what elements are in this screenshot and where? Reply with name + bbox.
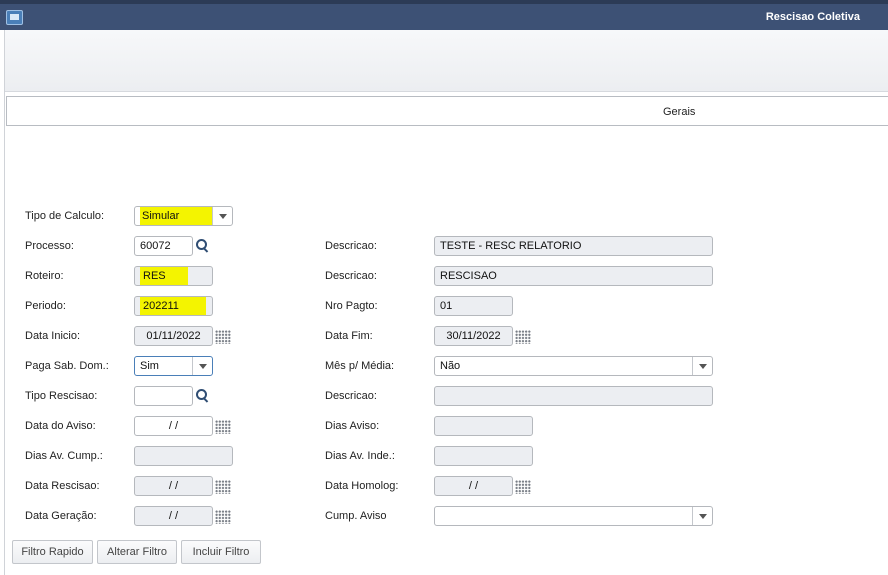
processo-label: Processo:	[25, 240, 74, 252]
descricao-roteiro-label: Descricao:	[325, 270, 377, 282]
roteiro-label: Roteiro:	[25, 270, 64, 282]
roteiro-value: RES	[140, 267, 188, 285]
window-title: Rescisao Coletiva	[765, 11, 860, 23]
tipo-rescisao-search-icon[interactable]	[195, 388, 211, 404]
data-rescisao-calendar-icon[interactable]	[215, 480, 231, 494]
chevron-down-icon[interactable]	[212, 207, 232, 225]
processo-search-icon[interactable]	[195, 238, 211, 254]
tab-gerais[interactable]: Gerais	[663, 106, 695, 118]
descricao-roteiro-field: RESCISAO	[434, 266, 713, 286]
descricao-processo-label: Descricao:	[325, 240, 377, 252]
data-homolog-label: Data Homolog:	[325, 480, 399, 492]
data-aviso-calendar-icon[interactable]	[215, 420, 231, 434]
toolbar-area	[4, 30, 888, 92]
tipo-calculo-select[interactable]: Simular	[134, 206, 233, 226]
tipo-rescisao-label: Tipo Rescisao:	[25, 390, 98, 402]
mes-media-value: Não	[440, 360, 461, 372]
nro-pagto-field: 01	[434, 296, 513, 316]
incluir-filtro-button[interactable]: Incluir Filtro	[181, 540, 261, 564]
mes-media-label: Mês p/ Média:	[325, 360, 395, 372]
dias-aviso-field	[434, 416, 533, 436]
filtro-rapido-button[interactable]: Filtro Rapido	[12, 540, 93, 564]
data-geracao-label: Data Geração:	[25, 510, 97, 522]
cump-aviso-label: Cump. Aviso	[325, 510, 387, 522]
dias-av-inde-label: Dias Av. Inde.:	[325, 450, 395, 462]
mes-media-select[interactable]: Não	[434, 356, 713, 376]
tipo-calculo-value: Simular	[140, 207, 212, 225]
descricao-processo-field: TESTE - RESC RELATORIO	[434, 236, 713, 256]
data-fim-calendar-icon[interactable]	[515, 330, 531, 344]
tipo-rescisao-input[interactable]	[134, 386, 193, 406]
dias-av-cump-field	[134, 446, 233, 466]
roteiro-field: RES	[134, 266, 213, 286]
descricao-tipo-label: Descricao:	[325, 390, 377, 402]
chevron-down-icon[interactable]	[692, 357, 712, 375]
data-fim-field: 30/11/2022	[434, 326, 513, 346]
chevron-down-icon[interactable]	[692, 507, 712, 525]
left-border	[4, 30, 5, 575]
periodo-label: Periodo:	[25, 300, 66, 312]
nro-pagto-label: Nro Pagto:	[325, 300, 378, 312]
data-fim-label: Data Fim:	[325, 330, 373, 342]
data-homolog-calendar-icon[interactable]	[515, 480, 531, 494]
tab-bar: Gerais	[6, 96, 888, 126]
paga-sab-dom-select[interactable]: Sim	[134, 356, 213, 376]
data-rescisao-label: Data Rescisao:	[25, 480, 100, 492]
data-homolog-field: / /	[434, 476, 513, 496]
dias-av-cump-label: Dias Av. Cump.:	[25, 450, 103, 462]
paga-sab-dom-value: Sim	[140, 360, 159, 372]
data-inicio-calendar-icon[interactable]	[215, 330, 231, 344]
dias-aviso-label: Dias Aviso:	[325, 420, 380, 432]
descricao-tipo-field	[434, 386, 713, 406]
data-inicio-field: 01/11/2022	[134, 326, 213, 346]
data-rescisao-field: / /	[134, 476, 213, 496]
data-aviso-input[interactable]: / /	[134, 416, 213, 436]
title-bar: Rescisao Coletiva	[0, 0, 888, 30]
paga-sab-dom-label: Paga Sab. Dom.:	[25, 360, 109, 372]
periodo-value: 202211	[140, 297, 206, 315]
dias-av-inde-field	[434, 446, 533, 466]
chevron-down-icon[interactable]	[192, 357, 212, 375]
data-geracao-field: / /	[134, 506, 213, 526]
periodo-field: 202211	[134, 296, 213, 316]
tipo-calculo-label: Tipo de Calculo:	[25, 210, 105, 222]
alterar-filtro-button[interactable]: Alterar Filtro	[97, 540, 177, 564]
data-geracao-calendar-icon[interactable]	[215, 510, 231, 524]
processo-input[interactable]: 60072	[134, 236, 193, 256]
data-aviso-label: Data do Aviso:	[25, 420, 96, 432]
data-inicio-label: Data Inicio:	[25, 330, 81, 342]
cump-aviso-select[interactable]	[434, 506, 713, 526]
